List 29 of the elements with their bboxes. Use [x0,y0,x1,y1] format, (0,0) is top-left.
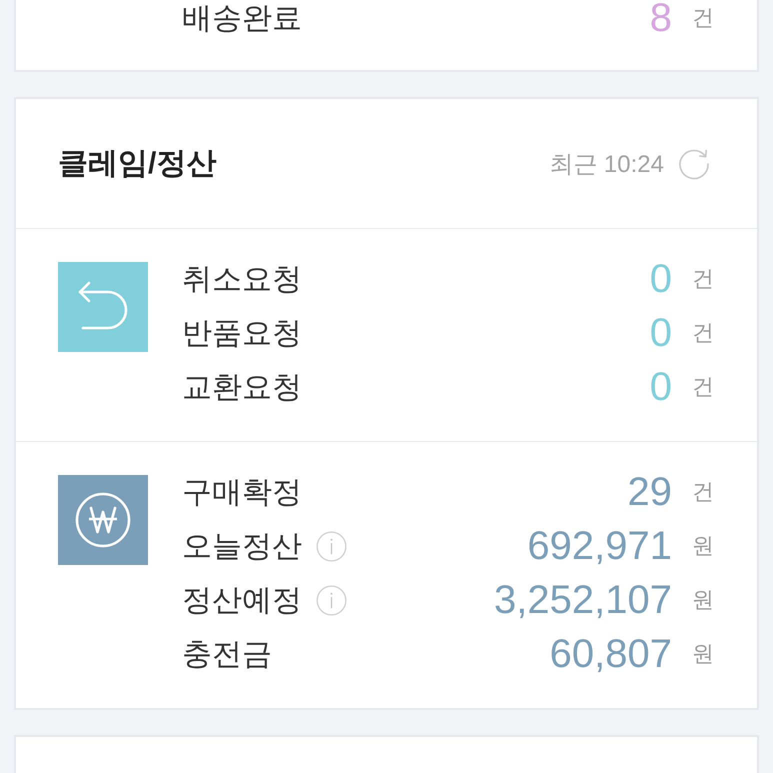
row-value: 8 [650,0,672,40]
row-label: 배송완료 [182,0,302,36]
unit-label: 건 [692,4,714,32]
row-label: 정산예정 [182,582,302,618]
row-label: 반품요청 [182,316,302,352]
row-label: 오늘정산 [182,528,302,564]
row-value: 29 [628,470,672,514]
info-icon[interactable] [316,584,347,616]
row-value: 60,807 [550,632,672,676]
row-label: 구매확정 [182,474,302,510]
row-value: 0 [650,364,672,410]
row-value: 3,252,107 [494,578,672,622]
last-updated-text: 최근 10:24 [549,150,664,180]
unit-label: 건 [692,265,714,293]
refresh-icon[interactable] [678,148,710,180]
row-value: 0 [650,310,672,356]
card-title: 클레임/정산 [58,146,216,182]
row-label: 충전금 [182,636,272,672]
unit-label: 원 [692,532,714,560]
row-label: 교환요청 [182,370,302,406]
row-value: 692,971 [527,524,672,568]
unit-label: 원 [692,586,714,614]
info-icon[interactable] [316,530,347,562]
unit-label: 건 [692,319,714,347]
unit-label: 건 [692,478,714,506]
row-value: 0 [650,256,672,302]
row-label: 취소요청 [182,262,302,298]
unit-label: 건 [692,373,714,401]
unit-label: 원 [692,640,714,668]
